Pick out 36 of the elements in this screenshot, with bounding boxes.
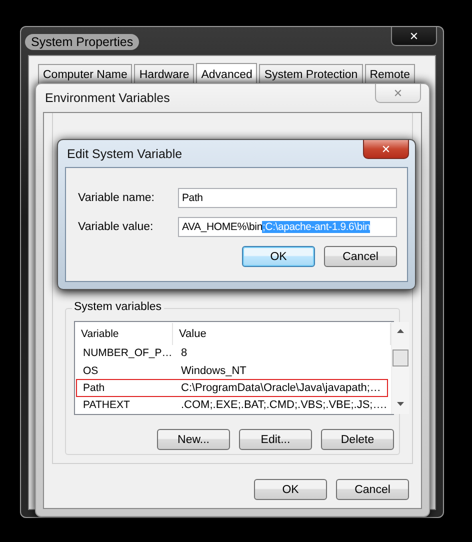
variable-value: .COM;.EXE;.BAT;.CMD;.VBS;.VBE;.JS;…. [180,399,387,412]
close-button[interactable]: ✕ [391,27,437,46]
group-label: System variables [72,301,164,313]
window-title: System Properties [25,34,140,50]
dialog-button[interactable]: Cancel [324,246,397,267]
tab[interactable]: System Protection [259,64,363,84]
dialog-button[interactable]: Delete [321,429,394,450]
list-row[interactable]: PATHEXT .COM;.EXE;.BAT;.CMD;.VBS;.VBE;.JS;…. [76,396,388,414]
variable-name: NUMBER_OF_P… [82,347,174,360]
dialog-button[interactable]: OK [242,246,315,267]
tab[interactable]: Computer Name [38,64,132,84]
list-row[interactable]: OS Windows_NT [76,362,388,380]
tab[interactable]: Hardware [134,64,194,84]
field-label: Variable name: [78,192,156,204]
window-title: Edit System Variable [66,147,184,161]
field-label: Variable value: [78,221,154,233]
input-field[interactable]: Path [178,188,397,208]
dialog-button[interactable]: Cancel [336,479,409,500]
list-row[interactable]: NUMBER_OF_P… 8 [76,344,388,362]
variable-value: Windows_NT [180,364,248,377]
column-header[interactable]: Variable [75,323,173,345]
variable-name: PATHEXT [82,399,131,412]
variable-value: C:\ProgramData\Oracle\Java\javapath;… [180,382,382,394]
dialog-button[interactable]: Edit... [239,429,312,450]
dialog-button[interactable]: New... [157,429,230,450]
tab[interactable]: Advanced [196,63,258,85]
variable-name: Path [82,382,106,394]
window-title: Environment Variables [44,91,171,105]
variable-name: OS [82,364,100,377]
scrollbar[interactable] [390,322,409,414]
close-button[interactable]: ✕ [363,140,409,159]
variable-value: 8 [180,347,188,360]
input-field[interactable]: AVA_HOME%\bin;C:\apache-ant-1.9.6\bin [178,217,397,237]
dialog-button[interactable]: OK [254,479,327,500]
list-row[interactable]: Path C:\ProgramData\Oracle\Java\javapath;… [76,379,388,397]
tab[interactable]: Remote [364,64,415,84]
